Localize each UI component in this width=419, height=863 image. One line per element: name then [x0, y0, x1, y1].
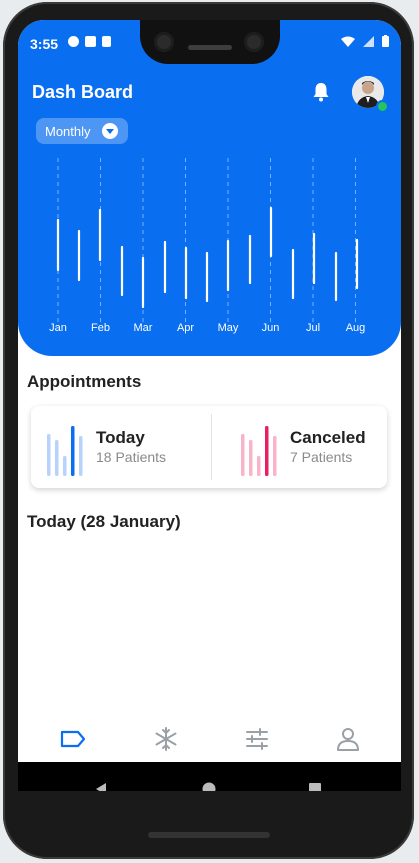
bell-icon[interactable] — [312, 82, 330, 102]
canceled-label: Canceled — [290, 428, 366, 447]
page-title: Dash Board — [32, 82, 134, 102]
battery-icon — [382, 35, 389, 47]
card-divider — [211, 414, 212, 480]
bottom-speaker-grille — [148, 832, 270, 838]
month-tick-label: Mar — [133, 322, 153, 334]
person-icon[interactable] — [334, 725, 362, 753]
month-tick-label: Jun — [261, 322, 280, 334]
chevron-down-icon — [102, 123, 118, 139]
sd-card-status-icon — [102, 36, 111, 47]
monthly-chart — [18, 150, 401, 350]
chart-month-axis: Jan Feb Mar Apr May Jun Jul Aug — [18, 322, 401, 338]
system-navigation-bar — [18, 762, 401, 791]
front-camera-icon — [244, 32, 264, 52]
tag-icon[interactable] — [59, 725, 87, 753]
month-tick-label: Jan — [49, 322, 67, 334]
earpiece — [188, 45, 232, 50]
month-tick-label: Feb — [91, 322, 110, 334]
canceled-patient-count: 7 Patients — [290, 449, 353, 465]
month-tick-label: Jul — [305, 322, 321, 334]
front-camera-icon — [154, 32, 174, 52]
online-status-dot — [376, 100, 389, 113]
bar-chart-icon — [47, 426, 83, 476]
sliders-icon[interactable] — [243, 725, 271, 753]
a-status-icon — [85, 36, 96, 47]
bar-chart-icon — [241, 426, 277, 476]
camera-notch — [140, 20, 280, 64]
month-tick-label: Apr — [176, 322, 195, 334]
period-filter-label: Monthly — [45, 123, 91, 139]
today-patient-count: 18 Patients — [96, 449, 167, 465]
month-tick-label: May — [217, 322, 239, 334]
chart-canvas — [56, 158, 359, 322]
dashboard-header: 3:55 Dash Board Monthly Jan Feb Mar Apr … — [18, 20, 401, 356]
period-filter-dropdown[interactable]: Monthly — [36, 118, 128, 144]
bottom-navigation — [18, 711, 401, 767]
app-screen: 3:55 Dash Board Monthly Jan Feb Mar Apr … — [18, 20, 401, 791]
appointments-heading: Appointments — [27, 372, 142, 391]
settings-status-icon — [68, 36, 79, 47]
wifi-icon — [341, 36, 355, 47]
appointments-summary-card: Today 18 Patients Canceled 7 Patients — [31, 406, 387, 488]
status-time: 3:55 — [30, 36, 59, 52]
back-icon[interactable] — [94, 782, 108, 791]
recents-icon[interactable] — [308, 782, 322, 791]
home-icon[interactable] — [202, 782, 216, 791]
signal-icon — [363, 35, 374, 47]
status-system-icons — [341, 35, 389, 47]
today-label: Today — [96, 428, 145, 447]
snowflake-icon[interactable] — [152, 725, 180, 753]
today-date-heading: Today (28 January) — [27, 512, 181, 531]
status-notification-icons — [68, 36, 111, 47]
month-tick-label: Aug — [345, 322, 366, 334]
